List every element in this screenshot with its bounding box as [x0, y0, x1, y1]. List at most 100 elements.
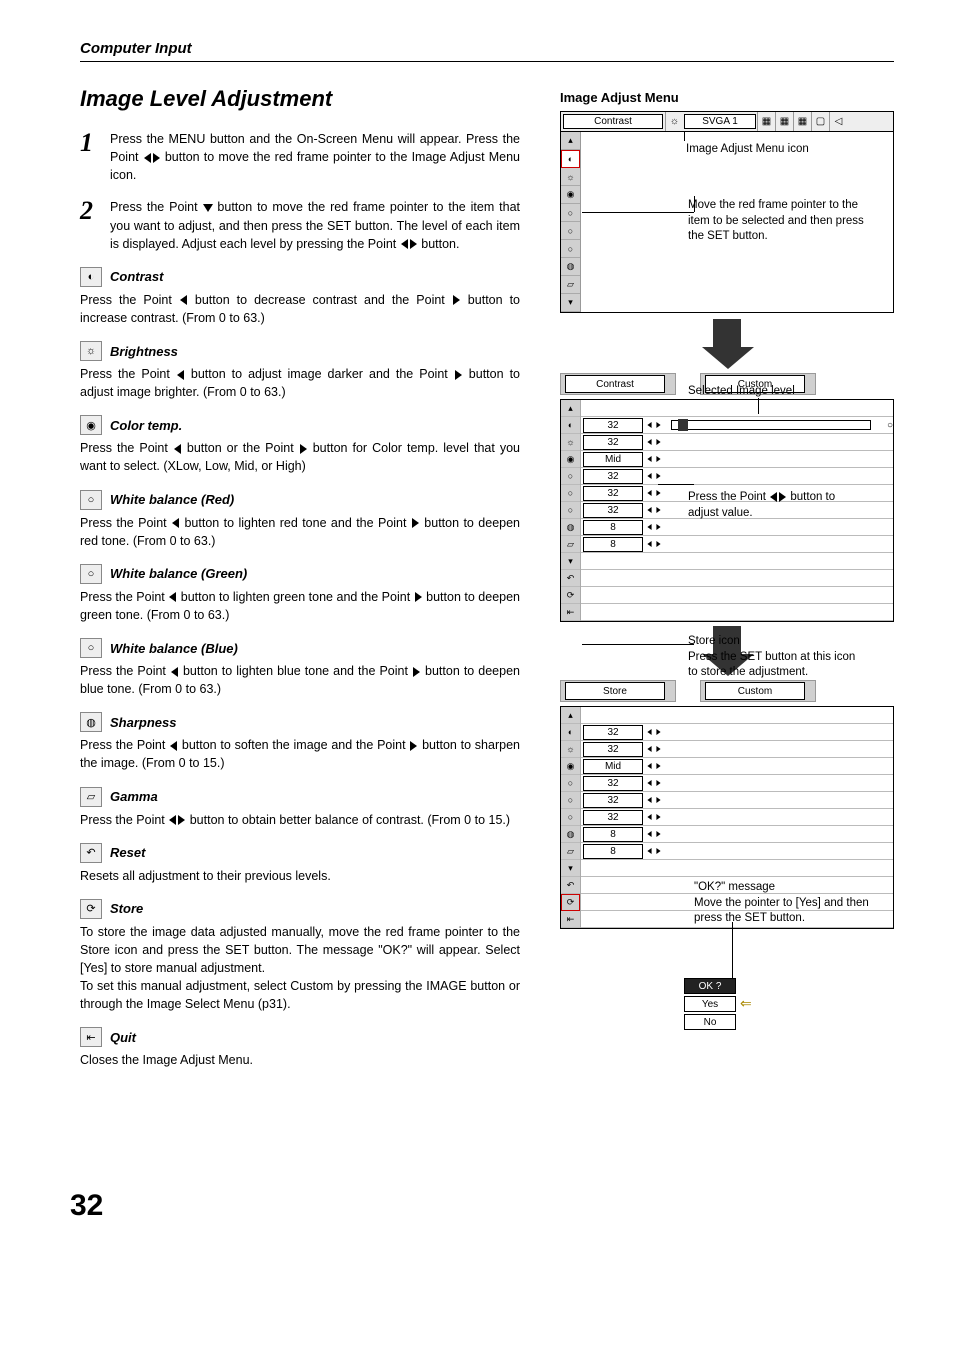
- adjust-arrows-icon[interactable]: [645, 795, 663, 805]
- adjust-arrows-icon[interactable]: [645, 505, 663, 515]
- down-arrow-icon: [702, 319, 752, 369]
- gamma-icon: ▱: [80, 787, 102, 807]
- adjust-arrows-icon[interactable]: [645, 829, 663, 839]
- scroll-up-icon: ▴: [561, 132, 580, 150]
- item-white-balance-blue-: ○White balance (Blue)Press the Point but…: [80, 638, 520, 698]
- menu-icon: ▢: [811, 112, 829, 131]
- value-row: 8: [581, 843, 893, 860]
- adjust-arrows-icon[interactable]: [645, 488, 663, 498]
- item-title: Sharpness: [110, 715, 176, 730]
- triangle-left-icon: [180, 295, 187, 305]
- text: Move the pointer to [Yes] and then press…: [694, 897, 869, 925]
- adjust-arrows-icon[interactable]: [645, 744, 663, 754]
- value-row: 32: [581, 724, 893, 741]
- triangle-right-icon: [453, 295, 460, 305]
- value-cell: Mid: [583, 452, 643, 467]
- item-title: White balance (Blue): [110, 641, 238, 656]
- ok-button[interactable]: OK ?: [684, 978, 736, 994]
- wb-red-icon: ○: [561, 775, 580, 792]
- brightness-icon: ☼: [561, 741, 580, 758]
- slider-knob[interactable]: [678, 419, 688, 431]
- triangle-right-icon: [410, 239, 417, 249]
- anno-image-adjust-icon: Image Adjust Menu icon: [686, 142, 809, 158]
- value-row: 8: [581, 519, 893, 536]
- adjust-arrows-icon[interactable]: [645, 471, 663, 481]
- quit-icon: ⇤: [561, 604, 580, 621]
- brightness-icon: ☼: [80, 341, 102, 361]
- store-icon: ⟳: [561, 587, 580, 604]
- item-color-temp-: ◉Color temp.Press the Point button or th…: [80, 415, 520, 475]
- colortemp-icon: ◉: [80, 415, 102, 435]
- wb-blue-icon: ○: [561, 240, 580, 258]
- triangle-right-icon: [415, 592, 422, 602]
- adjust-arrows-icon[interactable]: [645, 437, 663, 447]
- item-title: Store: [110, 901, 143, 916]
- menu-icon: ▦: [757, 112, 775, 131]
- value-cell: 8: [583, 520, 643, 535]
- value-cell: 32: [583, 418, 643, 433]
- value-row: Mid: [581, 451, 893, 468]
- item-title: Gamma: [110, 789, 158, 804]
- adjust-arrows-icon[interactable]: [645, 454, 663, 464]
- text: button to move the red frame pointer to …: [110, 150, 520, 182]
- item-body: To set this manual adjustment, select Cu…: [80, 977, 520, 1013]
- colortemp-icon: ◉: [561, 758, 580, 775]
- adjust-arrows-icon[interactable]: [645, 420, 663, 430]
- no-button[interactable]: No: [684, 1014, 736, 1030]
- value-cell: 8: [583, 844, 643, 859]
- value-row: 32: [581, 792, 893, 809]
- sharpness-icon: ◍: [561, 258, 580, 276]
- slider-track[interactable]: [671, 420, 871, 430]
- triangle-right-icon: [153, 153, 160, 163]
- scroll-up-icon: ▴: [561, 400, 580, 417]
- reset-icon: ↶: [80, 843, 102, 863]
- triangle-left-icon: [169, 815, 176, 825]
- item-brightness: ☼BrightnessPress the Point button to adj…: [80, 341, 520, 401]
- triangle-left-icon: [401, 239, 408, 249]
- scroll-down-icon: ▾: [561, 553, 580, 570]
- value-cell: 32: [583, 793, 643, 808]
- adjust-arrows-icon[interactable]: [645, 846, 663, 856]
- value-row: 32: [581, 434, 893, 451]
- adjust-arrows-icon[interactable]: [645, 761, 663, 771]
- item-body: Press the Point button to decrease contr…: [80, 291, 520, 327]
- sharpness-icon: ◍: [80, 712, 102, 732]
- menu-icon: ▦: [793, 112, 811, 131]
- item-body: Closes the Image Adjust Menu.: [80, 1051, 520, 1069]
- item-body: Press the Point button to lighten blue t…: [80, 662, 520, 698]
- adjust-arrows-icon[interactable]: [645, 522, 663, 532]
- value-cell: 32: [583, 435, 643, 450]
- gamma-icon: ▱: [561, 276, 580, 294]
- value-row: Mid: [581, 758, 893, 775]
- anno-selected-level: Selected Image level: [688, 384, 795, 400]
- triangle-left-icon: [177, 370, 184, 380]
- yes-button[interactable]: Yes: [684, 996, 736, 1012]
- triangle-right-icon: [455, 370, 462, 380]
- adjust-arrows-icon[interactable]: [645, 778, 663, 788]
- value-cell: 32: [583, 742, 643, 757]
- triangle-left-icon: [170, 741, 177, 751]
- adjust-arrows-icon[interactable]: [645, 812, 663, 822]
- value-row: 8: [581, 536, 893, 553]
- value-cell: 32: [583, 503, 643, 518]
- anno-move-frame: Move the red frame pointer to the item t…: [688, 198, 868, 245]
- item-body: Press the Point button to obtain better …: [80, 811, 520, 829]
- adjust-arrows-icon[interactable]: [645, 727, 663, 737]
- contrast-icon: ◐: [561, 417, 580, 434]
- brightness-icon: ☼: [561, 168, 580, 186]
- colortemp-icon: ◉: [561, 451, 580, 468]
- triangle-right-icon: [300, 444, 307, 454]
- adjust-arrows-icon[interactable]: [645, 539, 663, 549]
- triangle-right-icon: [779, 492, 786, 502]
- step-text: Press the MENU button and the On-Screen …: [110, 130, 520, 184]
- value-cell: 32: [583, 486, 643, 501]
- quit-icon: ⇤: [80, 1027, 102, 1047]
- item-title: White balance (Green): [110, 566, 247, 581]
- scroll-up-icon: ▴: [561, 707, 580, 724]
- item-reset: ↶ResetResets all adjustment to their pre…: [80, 843, 520, 885]
- item-body: Press the Point button to lighten red to…: [80, 514, 520, 550]
- step-number: 1: [80, 130, 98, 184]
- item-title: Brightness: [110, 344, 178, 359]
- value-row: 32○: [581, 417, 893, 434]
- step-text: Press the Point button to move the red f…: [110, 198, 520, 252]
